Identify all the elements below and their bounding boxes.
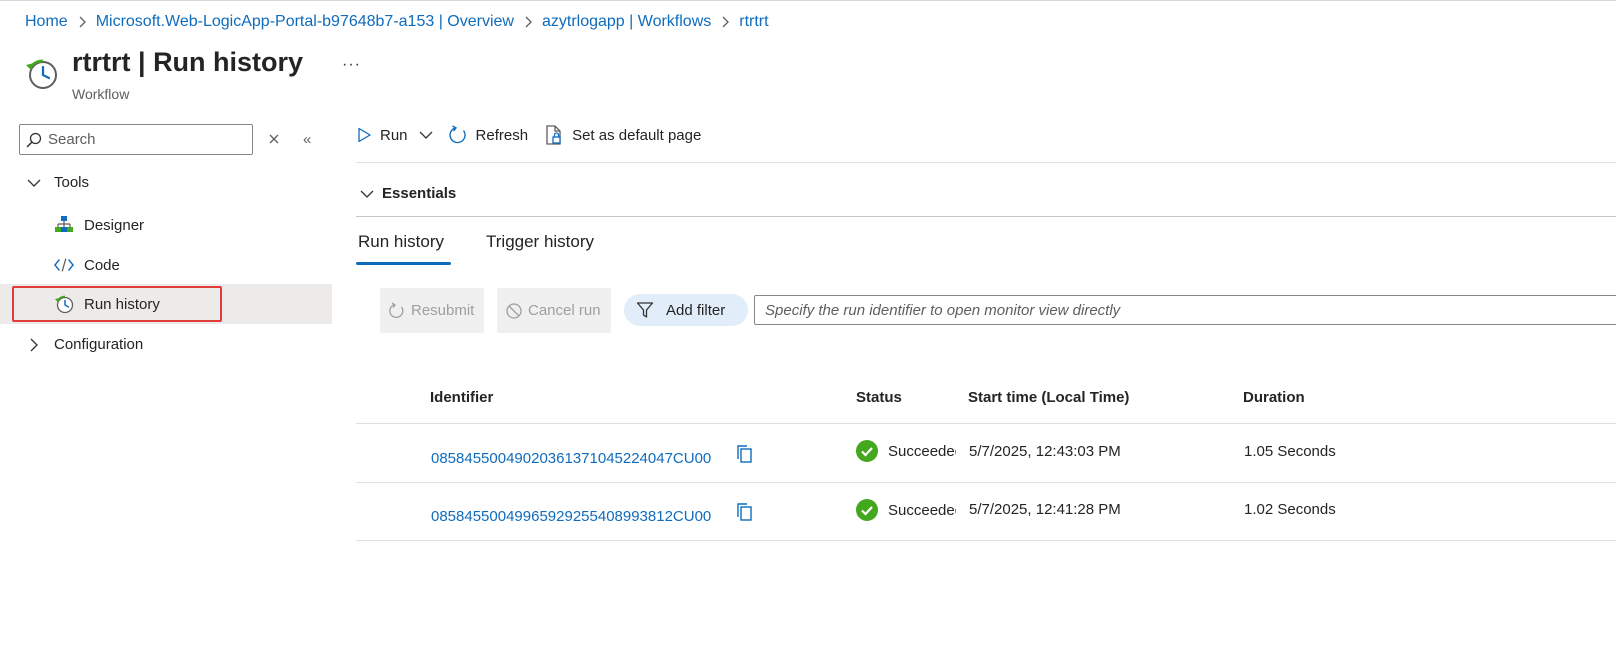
sidebar-item-code[interactable]: Code: [0, 245, 332, 285]
filter-icon: [636, 302, 654, 318]
status-text: Succeeded: [888, 501, 956, 519]
sidebar-item-label: Run history: [84, 295, 160, 313]
refresh-icon: [448, 125, 466, 144]
clear-search-button[interactable]: [266, 131, 282, 147]
resubmit-icon: [389, 301, 404, 318]
section-name: Run history: [153, 47, 304, 77]
breadcrumb: Home Microsoft.Web-LogicApp-Portal-b9764…: [25, 13, 769, 31]
column-header-start-time[interactable]: Start time (Local Time): [968, 389, 1129, 406]
run-dropdown-button[interactable]: [418, 127, 442, 143]
chevron-down-icon: [360, 190, 374, 198]
sidebar-item-label: Code: [84, 256, 120, 274]
sidebar-group-configuration[interactable]: Configuration: [26, 336, 143, 353]
duration: 1.05 Seconds: [1244, 443, 1336, 460]
sidebar-item-designer[interactable]: Designer: [0, 205, 332, 245]
column-header-identifier[interactable]: Identifier: [430, 389, 493, 406]
column-header-status[interactable]: Status: [856, 389, 902, 406]
sidebar-item-run-history[interactable]: Run history: [0, 284, 332, 324]
cancel-icon: [506, 302, 522, 319]
chevron-right-icon: [30, 338, 38, 351]
top-border: [0, 0, 1616, 1]
start-time: 5/7/2025, 12:43:03 PM: [969, 443, 1121, 460]
chevron-right-icon: [77, 16, 87, 28]
run-history-icon: [54, 294, 74, 314]
sidebar-group-tools[interactable]: Tools: [26, 174, 89, 191]
tab-trigger-history[interactable]: Trigger history: [486, 232, 594, 252]
run-button[interactable]: Run: [356, 127, 408, 144]
breadcrumb-logic-app-overview[interactable]: Microsoft.Web-LogicApp-Portal-b97648b7-a…: [96, 13, 514, 31]
collapse-sidebar-button[interactable]: «: [303, 131, 311, 148]
chevron-right-icon: [720, 16, 730, 28]
breadcrumb-home[interactable]: Home: [25, 13, 68, 31]
close-icon: [269, 134, 279, 144]
sidebar-search-input[interactable]: [48, 131, 238, 148]
status-text: Succeeded: [888, 442, 956, 460]
breadcrumb-workflow[interactable]: rtrtrt: [739, 13, 768, 31]
search-icon: [26, 132, 42, 147]
chevron-right-icon: [523, 16, 533, 28]
run-identifier-link[interactable]: 08584550049020361371045224047CU00: [431, 450, 711, 467]
page-subtitle: Workflow: [72, 86, 130, 102]
duration: 1.02 Seconds: [1244, 501, 1336, 518]
resubmit-label: Resubmit: [411, 302, 475, 319]
pin-page-icon: [546, 125, 561, 145]
cancel-run-button[interactable]: Cancel run: [497, 288, 611, 333]
play-icon: [358, 127, 371, 143]
copy-icon[interactable]: [734, 502, 754, 522]
sidebar-search-box[interactable]: [19, 124, 253, 155]
toolbar-divider: [356, 162, 1616, 163]
run-history-icon: [24, 56, 60, 92]
essentials-divider: [356, 216, 1616, 217]
start-time: 5/7/2025, 12:41:28 PM: [969, 501, 1121, 518]
run-identifier-link[interactable]: 08584550049965929255408993812CU00: [431, 508, 711, 525]
essentials-toggle[interactable]: Essentials: [360, 185, 456, 202]
refresh-label: Refresh: [475, 126, 529, 144]
breadcrumb-workflows[interactable]: azytrlogapp | Workflows: [542, 13, 711, 31]
designer-icon: [54, 215, 74, 235]
chevron-down-icon: [27, 179, 41, 187]
code-icon: [54, 255, 74, 275]
set-default-page-label: Set as default page: [572, 126, 702, 144]
run-label: Run: [380, 126, 408, 144]
page-title: rtrtrt | Run history: [72, 47, 303, 78]
column-header-duration[interactable]: Duration: [1243, 389, 1305, 406]
sidebar-group-label: Configuration: [54, 336, 144, 353]
sidebar-group-label: Tools: [54, 174, 90, 191]
status-cell: Succeeded: [856, 440, 956, 462]
status-cell: Succeeded: [856, 499, 956, 521]
copy-icon[interactable]: [734, 444, 754, 464]
set-default-page-button[interactable]: Set as default page: [544, 125, 701, 145]
workflow-name: rtrtrt: [72, 47, 131, 77]
add-filter-button[interactable]: Add filter: [624, 294, 748, 326]
cancel-run-label: Cancel run: [528, 302, 601, 319]
more-options-button[interactable]: ···: [342, 56, 361, 74]
header-divider: [356, 423, 1616, 424]
refresh-button[interactable]: Refresh: [448, 125, 529, 145]
resubmit-button[interactable]: Resubmit: [380, 288, 485, 333]
sidebar-item-label: Designer: [84, 216, 145, 234]
active-tab-indicator: [356, 262, 451, 265]
row-divider: [356, 482, 1616, 483]
success-check-icon: [856, 499, 878, 521]
essentials-label: Essentials: [382, 185, 457, 202]
run-identifier-input[interactable]: [754, 295, 1616, 325]
tab-run-history[interactable]: Run history: [358, 232, 444, 252]
row-divider: [356, 540, 1616, 541]
title-separator: |: [130, 47, 154, 77]
command-bar: Run Refresh Set as default page: [356, 125, 701, 145]
chevron-down-icon: [419, 131, 432, 139]
add-filter-label: Add filter: [666, 301, 726, 319]
success-check-icon: [856, 440, 878, 462]
